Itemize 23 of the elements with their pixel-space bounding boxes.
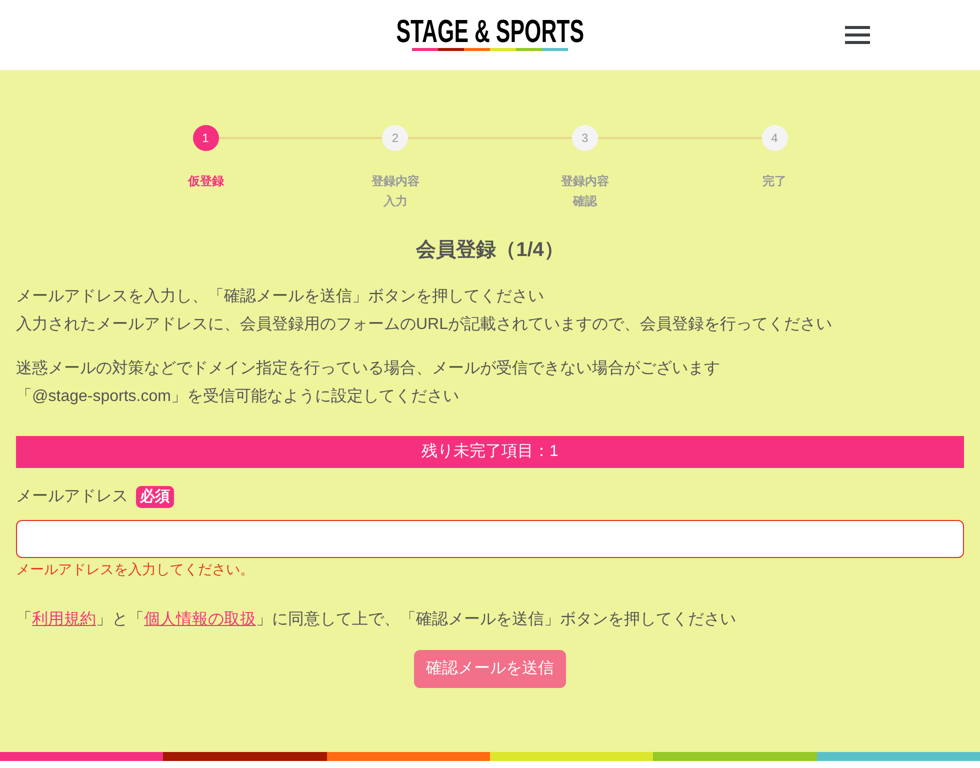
field-label: メールアドレス	[16, 487, 128, 507]
agreement-text: 「利用規約」と「個人情報の取扱」に同意して上で、「確認メールを送信」ボタンを押してください	[16, 610, 736, 630]
step-label: 登録内容確認	[560, 173, 610, 210]
step-number: 4	[762, 125, 788, 151]
instruction-text: 入力されたメールアドレスに、会員登録用のフォームのURLが記載されていますので、会員登録を行ってください	[16, 314, 832, 335]
agreement-link[interactable]: 利用規約	[32, 611, 96, 628]
step-number: 1	[192, 125, 218, 151]
instruction-text: メールアドレスを入力し、「確認メールを送信」ボタンを押してください	[16, 286, 544, 307]
agreement-link[interactable]: 個人情報の取扱	[144, 611, 256, 628]
step-number: 3	[572, 125, 598, 151]
error-message: メールアドレスを入力してください。	[16, 560, 254, 579]
notice-text: 迷惑メールの対策などでドメイン指定を行っている場合、メールが受信できない場合がございます	[16, 358, 720, 379]
remaining-items-banner: 残り未完了項目：1	[16, 436, 964, 468]
step-number: 2	[382, 125, 408, 151]
email-input[interactable]	[16, 520, 964, 558]
notice-text: 「@stage-sports.com」を受信可能なように設定してください	[16, 386, 459, 407]
menu-icon[interactable]	[845, 26, 870, 44]
required-badge: 必須	[136, 486, 174, 508]
logo-text[interactable]: STAGE & SPORTS	[396, 17, 584, 45]
page-title: 会員登録（1/4）	[416, 238, 564, 263]
step-label: 完了	[762, 173, 786, 190]
step-label: 登録内容入力	[370, 173, 420, 210]
step-label: 仮登録	[188, 173, 224, 190]
